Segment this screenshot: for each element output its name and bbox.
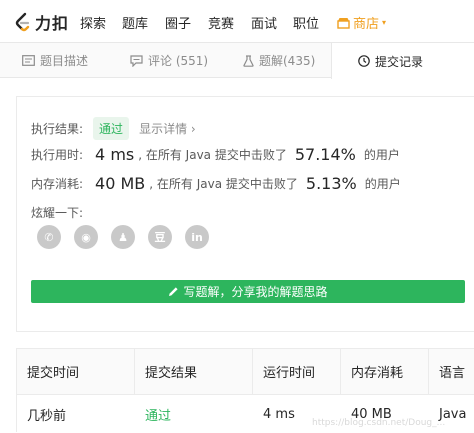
- tab-description[interactable]: 题目描述: [22, 43, 88, 78]
- header-submit-time: 提交时间: [17, 349, 135, 394]
- runtime-row: 执行用时: 4 ms , 在所有 Java 提交中击败了 57.14% 的用户: [31, 145, 400, 164]
- qq-glyph: ♟: [118, 230, 128, 244]
- description-icon: [22, 55, 35, 66]
- share-buttons: ✆ ◉ ♟ 豆 in: [37, 225, 209, 249]
- nav-store[interactable]: 商店 ▾: [337, 13, 386, 32]
- tab-comments-label: 评论 (551): [148, 54, 209, 68]
- header-language: 语言: [439, 366, 466, 381]
- share-label: 炫耀一下:: [31, 206, 84, 220]
- douban-icon[interactable]: 豆: [148, 225, 172, 249]
- watermark-text: https://blog.csdn.net/Doug_...: [312, 418, 446, 428]
- chevron-down-icon: ▾: [382, 18, 387, 27]
- comment-icon: [130, 54, 143, 67]
- nav-contest[interactable]: 竞赛: [208, 13, 234, 32]
- status-badge: 通过: [93, 117, 130, 140]
- cell-submit-result[interactable]: 通过: [135, 395, 253, 433]
- flask-icon: [243, 54, 254, 67]
- runtime-percent: 57.14%: [294, 145, 356, 164]
- header-memory: 内存消耗: [341, 349, 429, 394]
- linkedin-icon[interactable]: in: [185, 225, 209, 249]
- runtime-label: 执行用时:: [31, 148, 84, 162]
- header-submit-result: 提交结果: [135, 349, 253, 394]
- wechat-glyph: ✆: [44, 230, 54, 244]
- tab-solutions-label: 题解(435): [259, 54, 316, 68]
- leetcode-logo-icon: [15, 12, 30, 32]
- leetcode-logo[interactable]: 力扣: [14, 11, 69, 33]
- problem-tabs: 题目描述 评论 (551) 题解(435) 提交记录: [0, 42, 474, 79]
- tab-submissions[interactable]: 提交记录: [331, 43, 474, 79]
- store-icon: [337, 17, 350, 29]
- wechat-icon[interactable]: ✆: [37, 225, 61, 249]
- show-details-label: 显示详情: [139, 122, 188, 136]
- nav-jobs[interactable]: 职位: [293, 13, 319, 32]
- write-solution-label: 写题解，分享我的解题思路: [183, 285, 328, 299]
- cell-submit-time: 几秒前: [27, 408, 67, 424]
- store-label: 商店: [353, 17, 380, 32]
- clock-icon: [358, 55, 370, 67]
- memory-value: 40 MB: [95, 174, 146, 193]
- runtime-value: 4 ms: [95, 145, 135, 164]
- runtime-text: , 在所有 Java 提交中击败了: [138, 148, 287, 162]
- status-label: 执行结果:: [31, 122, 84, 136]
- memory-text: , 在所有 Java 提交中击败了: [149, 177, 298, 191]
- nav-explore[interactable]: 探索: [80, 13, 106, 32]
- status-row: 执行结果: 通过 显示详情 ›: [31, 117, 196, 140]
- submission-result-card: 执行结果: 通过 显示详情 › 执行用时: 4 ms , 在所有 Java 提交…: [16, 96, 474, 332]
- douban-glyph: 豆: [154, 231, 166, 244]
- linkedin-glyph: in: [191, 230, 203, 244]
- tab-description-label: 题目描述: [40, 54, 89, 68]
- top-navbar: 力扣 探索 题库 圈子 竞赛 面试 职位 商店 ▾: [0, 0, 474, 42]
- runtime-users-suffix: 的用户: [363, 148, 400, 162]
- pencil-icon: [169, 287, 179, 296]
- qq-icon[interactable]: ♟: [111, 225, 135, 249]
- chevron-right-icon: ›: [190, 122, 196, 136]
- memory-percent: 5.13%: [305, 174, 357, 193]
- write-solution-button[interactable]: 写题解，分享我的解题思路: [31, 280, 465, 303]
- tab-solutions[interactable]: 题解(435): [243, 43, 315, 78]
- memory-row: 内存消耗: 40 MB , 在所有 Java 提交中击败了 5.13% 的用户: [31, 174, 401, 193]
- tab-submissions-label: 提交记录: [375, 54, 424, 69]
- show-details-link[interactable]: 显示详情 ›: [139, 120, 196, 137]
- brand-name: 力扣: [35, 14, 70, 33]
- memory-label: 内存消耗:: [31, 177, 84, 191]
- tab-comments[interactable]: 评论 (551): [130, 43, 208, 78]
- table-header: 提交时间 提交结果 运行时间 内存消耗 语言: [17, 349, 474, 395]
- weibo-icon[interactable]: ◉: [74, 225, 98, 249]
- memory-users-suffix: 的用户: [364, 177, 401, 191]
- weibo-glyph: ◉: [81, 230, 91, 244]
- nav-problems[interactable]: 题库: [122, 13, 148, 32]
- nav-discuss[interactable]: 圈子: [165, 13, 191, 32]
- share-label-row: 炫耀一下:: [31, 204, 83, 221]
- header-runtime: 运行时间: [253, 349, 341, 394]
- nav-interview[interactable]: 面试: [251, 13, 277, 32]
